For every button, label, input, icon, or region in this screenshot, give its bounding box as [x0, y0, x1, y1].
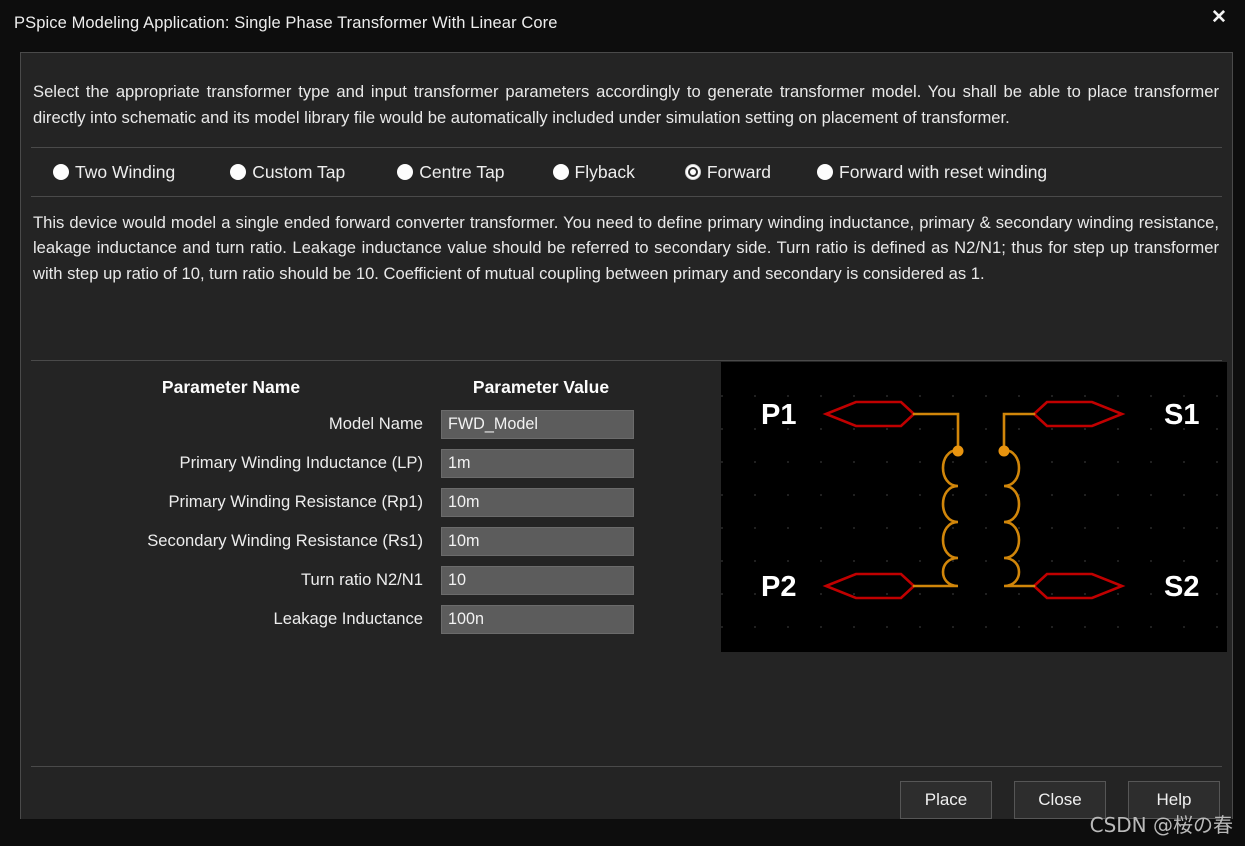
radio-forward[interactable]: Forward	[684, 161, 772, 183]
radio-label: Forward with reset winding	[839, 161, 1048, 182]
param-label-primary-winding-resistance: Primary Winding Resistance (Rp1)	[168, 492, 423, 512]
transformer-symbol-preview: P1 P2 S1 S2	[721, 361, 1227, 652]
polarity-dot-secondary	[998, 445, 1010, 457]
radio-centre-tap[interactable]: Centre Tap	[397, 161, 505, 183]
input-model-name[interactable]	[441, 409, 634, 439]
column-header-parameter-name: Parameter Name	[161, 376, 301, 397]
input-turn-ratio[interactable]	[441, 565, 634, 595]
schematic-label-p1: P1	[761, 399, 796, 431]
radio-circle-icon	[817, 164, 834, 181]
radio-label: Centre Tap	[419, 161, 505, 182]
table-row: Leakage Inductance	[21, 604, 721, 634]
schematic-label-s2: S2	[1164, 571, 1199, 603]
input-primary-winding-inductance[interactable]	[441, 448, 634, 478]
parameters-table: Parameter Name Parameter Value Model Nam…	[21, 361, 721, 752]
table-row: Model Name	[21, 409, 721, 439]
window-title: PSpice Modeling Application: Single Phas…	[14, 14, 558, 32]
dialog-button-bar: Place Close Help	[21, 767, 1232, 819]
schematic-grid	[721, 365, 1227, 652]
place-button[interactable]: Place	[900, 781, 992, 819]
radio-two-winding[interactable]: Two Winding	[53, 162, 175, 183]
radio-circle-icon	[397, 164, 414, 181]
radio-label: Flyback	[574, 161, 635, 182]
parameters-table-header: Parameter Name Parameter Value	[21, 377, 721, 398]
radio-forward-with-reset-winding[interactable]: Forward with reset winding	[817, 162, 1047, 183]
transformer-schematic-svg: P1 P2 S1 S2	[721, 361, 1227, 652]
polarity-dot-primary	[952, 445, 964, 457]
param-label-model-name: Model Name	[328, 414, 423, 434]
table-row: Turn ratio N2/N1	[21, 565, 721, 595]
column-header-parameter-value: Parameter Value	[472, 376, 610, 397]
table-row: Primary Winding Resistance (Rp1)	[21, 487, 721, 517]
dialog-panel: Select the appropriate transformer type …	[20, 52, 1233, 819]
transformer-type-radio-group: Two Winding Custom Tap Centre Tap Flybac…	[21, 148, 1232, 196]
radio-circle-icon	[230, 164, 247, 181]
input-primary-winding-resistance[interactable]	[441, 487, 634, 517]
help-button[interactable]: Help	[1128, 781, 1220, 819]
radio-custom-tap[interactable]: Custom Tap	[230, 162, 345, 183]
param-label-primary-winding-inductance: Primary Winding Inductance (LP)	[179, 453, 423, 473]
radio-flyback[interactable]: Flyback	[552, 161, 635, 183]
close-icon[interactable]: ✕	[1205, 3, 1233, 31]
radio-label: Custom Tap	[252, 161, 346, 182]
input-leakage-inductance[interactable]	[441, 604, 634, 634]
param-label-leakage-inductance: Leakage Inductance	[273, 609, 423, 629]
radio-label: Two Winding	[75, 161, 176, 182]
param-label-turn-ratio: Turn ratio N2/N1	[300, 570, 423, 590]
transformer-type-description: This device would model a single ended f…	[33, 212, 1219, 284]
radio-circle-selected-icon	[684, 164, 701, 181]
title-bar: PSpice Modeling Application: Single Phas…	[0, 0, 1245, 47]
intro-instructions: Select the appropriate transformer type …	[33, 82, 1219, 127]
table-row: Primary Winding Inductance (LP)	[21, 448, 721, 478]
radio-circle-icon	[53, 164, 69, 181]
param-label-secondary-winding-resistance: Secondary Winding Resistance (Rs1)	[147, 531, 423, 551]
pspice-modeling-dialog: PSpice Modeling Application: Single Phas…	[0, 0, 1245, 846]
radio-label: Forward	[706, 161, 772, 182]
schematic-label-p2: P2	[761, 571, 796, 603]
radio-circle-icon	[552, 164, 569, 181]
schematic-label-s1: S1	[1164, 399, 1199, 431]
parameters-region: Parameter Name Parameter Value Model Nam…	[21, 361, 1232, 752]
input-secondary-winding-resistance[interactable]	[441, 526, 634, 556]
close-button[interactable]: Close	[1014, 781, 1106, 819]
table-row: Secondary Winding Resistance (Rs1)	[21, 526, 721, 556]
